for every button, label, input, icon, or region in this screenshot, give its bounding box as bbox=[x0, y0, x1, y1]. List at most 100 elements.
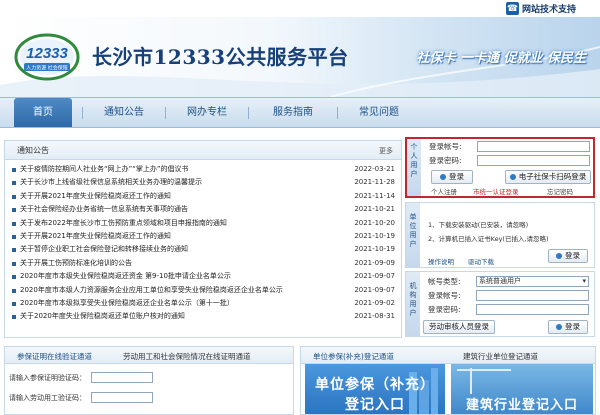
notice-item-title[interactable]: 2020年度市本级失业保险稳岗返还资金 第9-10批申请企业名单公示 bbox=[20, 270, 231, 283]
password-label: 登录密码: bbox=[428, 305, 461, 314]
notice-item-date: 2021-09-07 bbox=[354, 285, 395, 294]
notice-item-title[interactable]: 关于长沙市上线省级社保信息系统相关业务办理的温馨提示 bbox=[20, 176, 202, 189]
bullet-icon bbox=[12, 208, 16, 213]
notice-item-date: 2021-10-20 bbox=[354, 218, 395, 227]
personal-account-input[interactable] bbox=[477, 141, 590, 152]
verification-panel: 参保证明在线验证通道 劳动用工和社会保险情况在线证明通道 请输入参保证明验证码：… bbox=[4, 346, 294, 415]
notice-item-date: 2021-11-14 bbox=[354, 191, 395, 200]
logo-number: 12333 bbox=[26, 45, 68, 62]
nav-item-notices[interactable]: 通知公告 bbox=[92, 98, 156, 127]
scan-login-button[interactable]: 电子社保卡扫码登录 bbox=[505, 170, 591, 184]
notice-item-title[interactable]: 2020年度市本级人力资源服务企业应用工单位和享受失业保险稳岗返还企业名单公示 bbox=[20, 284, 283, 297]
labor-auditor-login-button[interactable]: 劳动审核人员登录 bbox=[423, 320, 495, 334]
unit-registration-banner[interactable]: 单位参保（补充） 登记入口 bbox=[305, 364, 445, 414]
nav-item-service-guide[interactable]: 服务指南 bbox=[258, 98, 328, 127]
personal-register-link[interactable]: 个人注册 bbox=[431, 186, 457, 196]
notice-more-link[interactable]: 更多 bbox=[379, 146, 393, 156]
account-type-label: 帐号类型: bbox=[428, 277, 461, 286]
user-icon bbox=[440, 174, 446, 180]
tab-construction-registration[interactable]: 建筑行业单位登记通道 bbox=[463, 351, 538, 362]
account-type-select[interactable]: 系统普通用户 ▾ bbox=[476, 276, 589, 287]
unit-login-button[interactable]: 登录 bbox=[548, 249, 588, 263]
nav-item-faq[interactable]: 常见问题 bbox=[347, 98, 411, 127]
construction-registration-banner[interactable]: 建筑行业登记入口 bbox=[451, 364, 593, 414]
notice-item-date: 2021-09-07 bbox=[354, 272, 395, 281]
agency-user-tab[interactable]: 机构用户 bbox=[406, 272, 420, 336]
agency-account-input[interactable] bbox=[476, 290, 589, 301]
notice-item[interactable]: 关于2020年度失业保险稳岗返还单位账户核对的通知 2021-08-31 bbox=[5, 310, 401, 323]
nav-divider bbox=[165, 107, 166, 119]
chevron-down-icon: ▾ bbox=[582, 277, 586, 285]
password-label: 登录密码: bbox=[429, 156, 462, 165]
personal-login-button[interactable]: 登录 bbox=[431, 170, 473, 184]
nav-divider bbox=[82, 107, 83, 119]
bullet-icon bbox=[12, 288, 16, 293]
notice-item[interactable]: 2020年度市本级人力资源服务企业应用工单位和享受失业保险稳岗返还企业名单公示 2… bbox=[5, 284, 401, 297]
bullet-icon bbox=[12, 248, 16, 253]
cert-login-link[interactable]: 市统一认证登录 bbox=[473, 186, 519, 196]
bullet-icon bbox=[12, 168, 16, 172]
personal-password-input[interactable] bbox=[477, 155, 590, 166]
notice-item[interactable]: 关于发布2022年度长沙市工伤预防重点领域和项目申报指南的通知 2021-10-2… bbox=[5, 217, 401, 230]
tech-support-label: 网站技术支持 bbox=[521, 5, 576, 15]
bullet-icon bbox=[12, 261, 16, 266]
unit-user-tab[interactable]: 单位用户 bbox=[406, 203, 420, 267]
site-title: 长沙市12333公共服务平台 bbox=[92, 45, 349, 69]
site-header: 12333 人力资源 社会保障 长沙市12333公共服务平台 社保卡 一卡通 促… bbox=[0, 17, 600, 97]
bullet-icon bbox=[12, 301, 16, 306]
nav-item-home[interactable]: 首页 bbox=[14, 98, 72, 127]
notice-item-date: 2021-11-28 bbox=[354, 178, 395, 187]
logo-caption: 人力资源 社会保障 bbox=[26, 65, 68, 72]
notice-item-title[interactable]: 关于2020年度失业保险稳岗返还单位账户核对的通知 bbox=[20, 310, 185, 323]
account-label: 登录帐号: bbox=[429, 142, 462, 151]
nav-item-online-service[interactable]: 网办专栏 bbox=[175, 98, 239, 127]
agency-login-button[interactable]: 登录 bbox=[548, 320, 588, 334]
verification-tabs: 参保证明在线验证通道 劳动用工和社会保险情况在线证明通道 bbox=[5, 347, 293, 364]
notice-item[interactable]: 2020年度市本级失业保险稳岗返还资金 第9-10批申请企业名单公示 2021-0… bbox=[5, 270, 401, 283]
notice-item-title[interactable]: 关于疫情防控期间人社业务“网上办”“掌上办”的倡议书 bbox=[20, 163, 189, 176]
driver-download-link[interactable]: 驱动下载 bbox=[468, 256, 494, 266]
registration-panel: 单位参保(补充)登记通道 建筑行业单位登记通道 单位参保（补充） 登记入口 建筑… bbox=[300, 346, 596, 415]
notice-item[interactable]: 关于开展2021年度失业保险稳岗返还工作的通知 2021-10-19 bbox=[5, 230, 401, 243]
tech-support-link[interactable]: ☎ 网站技术支持 bbox=[505, 1, 576, 16]
unit-step-1: 1、下载安装驱动(已安装，请忽略) bbox=[428, 221, 529, 229]
site-slogan: 社保卡 一卡通 促就业 保民生 bbox=[416, 51, 586, 66]
notice-item[interactable]: 关于开展2021年度失业保险稳岗返还工作的通知 2021-11-14 bbox=[5, 190, 401, 203]
insurance-code-input[interactable] bbox=[91, 372, 153, 383]
account-label: 登录帐号: bbox=[428, 291, 461, 300]
notice-title: 通知公告 bbox=[17, 146, 49, 155]
notice-item-date: 2021-08-31 bbox=[354, 312, 395, 321]
unit-step-2: 2、计算机已插入证书Key(已插入,请忽略) bbox=[428, 235, 549, 243]
personal-login-panel: 个人用户 登录帐号: 登录密码: 登录 电子社保卡扫码登录 个人注册 市统一认证… bbox=[405, 137, 595, 198]
notice-item-title[interactable]: 关于开展2021年度失业保险稳岗返还工作的通知 bbox=[20, 190, 171, 203]
notice-item[interactable]: 2020年度市本级拟享受失业保险稳岗返还企业名单公示（第十一批） 2021-09-… bbox=[5, 297, 401, 310]
notice-item[interactable]: 关于开展工伤预防标准化培训的公告 2021-09-09 bbox=[5, 257, 401, 270]
notice-item[interactable]: 关于暂停企业职工社会保险登记和转移接续业务的通知 2021-10-19 bbox=[5, 243, 401, 256]
personal-user-tab[interactable]: 个人用户 bbox=[407, 139, 421, 196]
user-icon bbox=[556, 324, 562, 330]
labor-code-input[interactable] bbox=[91, 392, 153, 403]
notice-item[interactable]: 关于长沙市上线省级社保信息系统相关业务办理的温馨提示 2021-11-28 bbox=[5, 176, 401, 189]
notice-panel: 通知公告 更多 关于疫情防控期间人社业务“网上办”“掌上办”的倡议书 2022-0… bbox=[4, 140, 402, 338]
tab-insurance-proof[interactable]: 参保证明在线验证通道 bbox=[17, 351, 92, 362]
unit-banner-line-1: 单位参保（补充） bbox=[315, 377, 435, 393]
tab-labor-proof[interactable]: 劳动用工和社会保险情况在线证明通道 bbox=[123, 351, 251, 362]
agency-password-input[interactable] bbox=[476, 304, 589, 315]
site-logo[interactable]: 12333 人力资源 社会保障 bbox=[14, 29, 84, 81]
nav-divider bbox=[337, 107, 338, 119]
bullet-icon bbox=[12, 221, 16, 226]
notice-item-title[interactable]: 2020年度市本级拟享受失业保险稳岗返还企业名单公示（第十一批） bbox=[20, 297, 234, 310]
unit-banner-line-2: 登记入口 bbox=[345, 397, 405, 413]
notice-item-title[interactable]: 关于社会保险经办业务省统一信息系统有关事项的通告 bbox=[20, 203, 188, 216]
notice-item-title[interactable]: 关于开展工伤预防标准化培训的公告 bbox=[20, 257, 132, 270]
notice-item-title[interactable]: 关于发布2022年度长沙市工伤预防重点领域和项目申报指南的通知 bbox=[20, 217, 227, 230]
notice-item[interactable]: 关于疫情防控期间人社业务“网上办”“掌上办”的倡议书 2022-03-21 bbox=[5, 163, 401, 176]
unit-help-link[interactable]: 操作说明 bbox=[428, 256, 454, 266]
agency-login-panel: 机构用户 帐号类型: 系统普通用户 ▾ 登录帐号: 登录密码: 登录 劳动审核人员… bbox=[405, 271, 595, 337]
notice-item-title[interactable]: 关于开展2021年度失业保险稳岗返还工作的通知 bbox=[20, 230, 171, 243]
main-nav: 首页 通知公告 网办专栏 服务指南 常见问题 bbox=[0, 97, 600, 128]
notice-item[interactable]: 关于社会保险经办业务省统一信息系统有关事项的通告 2021-10-21 bbox=[5, 203, 401, 216]
tab-unit-registration[interactable]: 单位参保(补充)登记通道 bbox=[313, 351, 394, 362]
forgot-password-link[interactable]: 忘记密码 bbox=[547, 186, 573, 196]
notice-item-title[interactable]: 关于暂停企业职工社会保险登记和转移接续业务的通知 bbox=[20, 243, 188, 256]
